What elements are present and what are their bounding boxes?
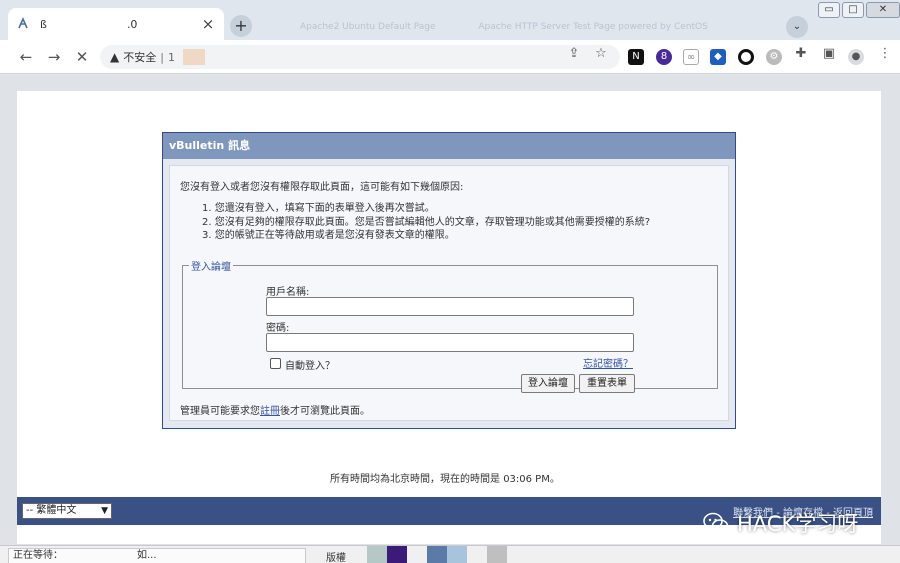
forgot-password-link[interactable]: 忘記密碼？: [583, 355, 633, 370]
tab-search-button[interactable]: ⌄: [786, 16, 808, 38]
message-box-header: vBulletin 訊息: [163, 133, 735, 159]
extension-ring-icon[interactable]: [738, 49, 754, 65]
watermark: HACK学习呀: [703, 505, 893, 541]
loading-status: 正在等待： 如...: [8, 548, 306, 563]
security-label[interactable]: 不安全: [123, 49, 156, 65]
color-swatch: [487, 546, 507, 563]
remember-me-checkbox[interactable]: [270, 358, 281, 369]
message-box-body: 您沒有登入或者您沒有權限存取此頁面，這可能有如下幾個原因: 1. 您還沒有登入，…: [169, 165, 729, 421]
close-window-button[interactable]: ✕: [866, 2, 900, 18]
reason-item: 1. 您還沒有登入，填寫下面的表單登入後再次嘗試。: [202, 203, 435, 214]
color-swatch: [427, 546, 447, 563]
extension-n-icon[interactable]: N: [628, 49, 644, 65]
tab-close-icon[interactable]: ×: [200, 15, 216, 33]
username-label: 用戶名稱:: [266, 287, 310, 298]
url-text[interactable]: 1: [168, 51, 175, 64]
ghost-tab-1[interactable]: Apache2 Ubuntu Default Page: [300, 22, 436, 32]
time-notice: 所有時間均為北京時間，現在的時間是 03:06 PM。: [330, 470, 560, 485]
extension-gear-icon[interactable]: ⚙: [766, 49, 782, 65]
reasons-list: 1. 您還沒有登入，填寫下面的表單登入後再次嘗試。 2. 您沒有足夠的權限存取此…: [202, 202, 650, 243]
watermark-text: HACK学习呀: [737, 512, 859, 536]
remember-me-label[interactable]: 自動登入？: [285, 357, 335, 372]
login-button[interactable]: 登入論壇: [521, 374, 575, 393]
ghost-tab-2[interactable]: Apache HTTP Server Test Page powered by …: [478, 22, 707, 32]
admin-note: 管理員可能要求您註冊後才可瀏覽此頁面。: [180, 402, 370, 417]
password-label: 密碼:: [266, 323, 290, 334]
vbulletin-message-box: vBulletin 訊息 您沒有登入或者您沒有權限存取此頁面，這可能有如下幾個原…: [162, 132, 736, 429]
stop-icon[interactable]: ✕: [72, 47, 92, 67]
minimize-button[interactable]: ▭: [818, 2, 840, 18]
tab-title: ß .0: [40, 17, 138, 31]
color-swatch: [447, 546, 467, 563]
browser-tab[interactable]: ß .0 ×: [8, 8, 224, 40]
intro-text: 您沒有登入或者您沒有權限存取此頁面，這可能有如下幾個原因:: [180, 182, 464, 193]
profile-avatar-icon[interactable]: ●: [848, 49, 864, 65]
language-value: -- 繁體中文: [26, 505, 77, 516]
time-text: 所有時間均為北京時間，現在的時間是: [330, 474, 500, 485]
extension-link-icon[interactable]: ∞: [683, 49, 699, 65]
warning-icon[interactable]: ▲: [110, 50, 119, 64]
omnibox-separator: |: [160, 50, 164, 64]
address-bar[interactable]: ▲ 不安全 | 1: [100, 45, 620, 69]
extensions-puzzle-icon[interactable]: ✚: [792, 46, 810, 61]
admin-note-post: 後才可瀏覽此頁面。: [280, 406, 370, 417]
browser-toolbar: ← → ✕ ▲ 不安全 | 1 ⇪ ☆ N 8 ∞ ◆ ⚙ ✚ ▣ ● ⋮: [0, 40, 900, 74]
password-input[interactable]: [266, 333, 634, 352]
chevron-down-icon: ▼: [101, 506, 108, 516]
star-icon[interactable]: ☆: [592, 46, 610, 61]
background-tabs: Apache2 Ubuntu Default Page Apache HTTP …: [300, 22, 748, 32]
login-legend: 登入論壇: [191, 262, 231, 273]
forward-icon[interactable]: →: [44, 47, 64, 67]
username-input[interactable]: [266, 297, 634, 316]
status-right-text: 如...: [137, 550, 157, 561]
admin-note-pre: 管理員可能要求您: [180, 406, 260, 417]
color-swatch: [367, 546, 387, 563]
color-swatch: [387, 546, 407, 563]
extension-badge-count: 8: [660, 51, 668, 62]
copyright-label: 版權: [326, 553, 346, 563]
side-panel-icon[interactable]: ▣: [820, 46, 838, 61]
reason-item: 3. 您的帳號正在等待啟用或者是您沒有發表文章的權限。: [202, 230, 455, 241]
login-fieldset: 登入論壇 用戶名稱: 密碼: 自動登入？ 忘記密碼？ 登入論壇 重置表單: [182, 258, 718, 393]
wechat-icon: [703, 512, 729, 533]
status-bar: 正在等待： 如... 版權: [0, 545, 900, 563]
share-icon[interactable]: ⇪: [565, 46, 583, 61]
time-suffix: 。: [549, 474, 560, 485]
redacted-url-block: [182, 49, 205, 65]
status-left-text: 正在等待：: [13, 550, 63, 561]
register-link[interactable]: 註冊: [260, 406, 280, 417]
time-value: 03:06 PM: [503, 474, 550, 485]
reset-form-button[interactable]: 重置表單: [579, 374, 635, 393]
favicon-icon: [16, 17, 30, 31]
back-icon[interactable]: ←: [16, 47, 36, 67]
new-tab-button[interactable]: +: [230, 15, 252, 37]
extension-badge-icon[interactable]: 8: [656, 49, 672, 65]
tab-strip: ß .0 × + Apache2 Ubuntu Default Page Apac…: [0, 0, 900, 40]
maximize-button[interactable]: □: [842, 2, 864, 18]
reason-item: 2. 您沒有足夠的權限存取此頁面。您是否嘗試編輯他人的文章，存取管理功能或其他需…: [202, 216, 651, 228]
language-select[interactable]: -- 繁體中文 ▼: [22, 503, 112, 519]
menu-kebab-icon[interactable]: ⋮: [876, 46, 894, 61]
extension-shield-icon[interactable]: ◆: [710, 49, 726, 65]
